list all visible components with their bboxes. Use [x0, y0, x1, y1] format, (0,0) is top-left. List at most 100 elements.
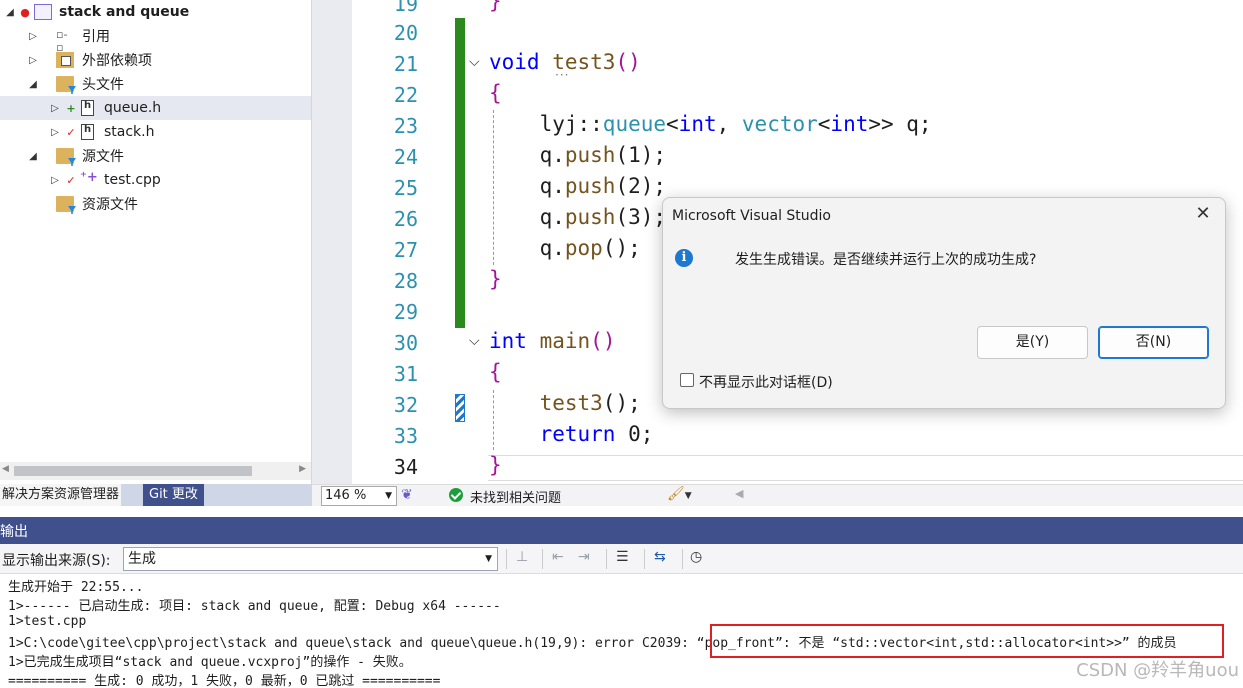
check-circle-icon	[449, 488, 463, 502]
expand-arrow-icon[interactable]: ▷	[49, 175, 61, 186]
code-rest: >> q;	[868, 112, 932, 136]
output-panel-header: 输出	[0, 517, 1243, 544]
close-icon[interactable]: ✕	[1193, 204, 1213, 224]
output-title: 输出	[0, 524, 28, 540]
expand-arrow-icon[interactable]: ▷	[49, 127, 61, 138]
scrollbar-thumb[interactable]	[14, 466, 252, 476]
chevron-down-icon: ▼	[684, 491, 692, 501]
fold-chevron-icon[interactable]: ⌵	[469, 54, 480, 70]
clear-all-icon[interactable]: ☰	[616, 549, 629, 565]
keyword: return	[539, 422, 616, 446]
line-number: 31	[393, 362, 418, 386]
expand-arrow-icon[interactable]: ▷	[27, 55, 39, 66]
zoom-value: 146 %	[325, 488, 367, 503]
line-number: 30	[393, 331, 418, 355]
line-number: 23	[393, 114, 418, 138]
scroll-right-icon[interactable]: ▶	[299, 464, 306, 474]
method-name: push	[564, 205, 616, 229]
tab-git-changes[interactable]: Git 更改	[143, 484, 204, 506]
fold-chevron-icon[interactable]: ⌵	[469, 333, 480, 349]
object: q.	[539, 174, 565, 198]
tree-project[interactable]: ◢ ● stack and queue	[0, 0, 311, 24]
tab-solution-explorer[interactable]: 解决方案资源管理器	[0, 484, 122, 506]
solution-explorer: ◢ ● stack and queue ▷ ▫-▫ 引用 ▷ 外部依赖项 ◢ 头…	[0, 0, 312, 484]
scroll-left-icon[interactable]: ◀	[2, 464, 9, 474]
explorer-tabs: 解决方案资源管理器 Git 更改	[0, 484, 312, 506]
angle: <	[817, 112, 831, 136]
line-number: 20	[393, 21, 418, 45]
expand-arrow-icon[interactable]: ▷	[27, 31, 39, 42]
tree-item-headers[interactable]: ◢ 头文件	[0, 72, 311, 96]
code-rest: 0;	[615, 422, 654, 446]
output-toolbar: 显示输出来源(S): 生成 ▼ ⊥ ⇤ ⇥ ☰ ⇆ ◷	[0, 544, 1243, 574]
code-line-24: q.push(1);	[489, 143, 666, 167]
header-file-icon	[81, 100, 94, 116]
angle: <	[666, 112, 679, 136]
object: q.	[539, 143, 565, 167]
tree-item-external[interactable]: ▷ 外部依赖项	[0, 48, 311, 72]
next-message-icon[interactable]: ⇥	[578, 549, 590, 565]
tree-item-queue-h[interactable]: ▷ + queue.h	[0, 96, 311, 120]
tree-item-sources[interactable]: ◢ 源文件	[0, 144, 311, 168]
external-deps-icon	[56, 52, 74, 68]
function-name: main	[539, 329, 591, 353]
tree-item-resources[interactable]: 资源文件	[0, 192, 311, 216]
dont-show-again-label[interactable]: 不再显示此对话框(D)	[699, 372, 833, 392]
error-highlight-box	[710, 624, 1224, 658]
issues-status[interactable]: 未找到相关问题	[470, 487, 561, 506]
collapse-arrow-icon[interactable]: ◢	[27, 151, 39, 162]
references-icon: ▫-▫	[56, 28, 68, 54]
line-number: 27	[393, 238, 418, 262]
tree-item-references[interactable]: ▷ ▫-▫ 引用	[0, 24, 311, 54]
collapse-arrow-icon[interactable]: ◢	[4, 7, 16, 18]
keyword: void	[489, 50, 540, 74]
code-health-icon[interactable]: ❦	[401, 487, 413, 503]
code-line-31: {	[489, 360, 502, 384]
word-wrap-icon[interactable]: ⇆	[654, 549, 666, 565]
args: (2);	[615, 174, 667, 198]
cpp-file-icon: ⁺+	[80, 170, 98, 185]
output-line: 1>test.cpp	[8, 614, 87, 629]
horizontal-scrollbar[interactable]: ◀ ▶	[0, 462, 311, 480]
output-source-dropdown[interactable]: 生成 ▼	[123, 547, 498, 571]
checked-in-status-icon: ✓	[66, 125, 76, 139]
tree-item-label: 外部依赖项	[82, 53, 152, 69]
navigate-left-icon[interactable]: ◀	[735, 487, 743, 500]
line-number: 24	[393, 145, 418, 169]
tree-item-test-cpp[interactable]: ▷ ✓ ⁺+ test.cpp	[0, 168, 311, 192]
dont-show-again-checkbox[interactable]	[680, 373, 694, 387]
line-number: 33	[393, 424, 418, 448]
code-line-25: q.push(2);	[489, 174, 666, 198]
brace: }	[489, 0, 502, 13]
brace: {	[489, 81, 502, 105]
line-number: 28	[393, 269, 418, 293]
output-text[interactable]: 生成开始于 22:55... 1>------ 已启动生成: 项目: stack…	[0, 574, 1243, 688]
yes-button[interactable]: 是(Y)	[977, 326, 1088, 359]
dialog-message: 发生生成错误。是否继续并运行上次的成功生成?	[735, 252, 1037, 268]
editor-status-bar: 146 % ▼ ❦ 未找到相关问题 🖌▼ ◀	[312, 484, 1243, 506]
line-number: 25	[393, 176, 418, 200]
zoom-dropdown[interactable]: 146 % ▼	[321, 486, 397, 506]
project-label: stack and queue	[59, 4, 190, 20]
previous-message-icon[interactable]: ⇤	[552, 549, 564, 565]
no-button[interactable]: 否(N)	[1098, 326, 1209, 359]
expand-arrow-icon[interactable]: ▷	[49, 103, 61, 114]
toolbar-separator	[506, 549, 507, 569]
collapse-arrow-icon[interactable]: ◢	[27, 79, 39, 90]
output-source-label: 显示输出来源(S):	[2, 553, 111, 569]
type-name: vector	[741, 112, 818, 136]
go-to-location-icon[interactable]: ⊥	[516, 549, 528, 565]
clock-icon[interactable]: ◷	[690, 549, 702, 565]
code-cleanup-icon[interactable]: 🖌▼	[667, 486, 692, 502]
method-name: pop	[564, 236, 603, 260]
tree-item-label: queue.h	[104, 100, 162, 116]
tree-item-label: stack.h	[104, 124, 155, 140]
tree-item-label: 源文件	[82, 149, 124, 165]
type-name: queue	[602, 112, 667, 136]
object: q.	[539, 205, 565, 229]
output-line: 1>------ 已启动生成: 项目: stack and queue, 配置:…	[8, 599, 501, 614]
code-line: }	[489, 0, 502, 13]
suggestion-dots-icon[interactable]: ···	[555, 68, 569, 82]
args: ();	[602, 236, 641, 260]
tree-item-stack-h[interactable]: ▷ ✓ stack.h	[0, 120, 311, 144]
